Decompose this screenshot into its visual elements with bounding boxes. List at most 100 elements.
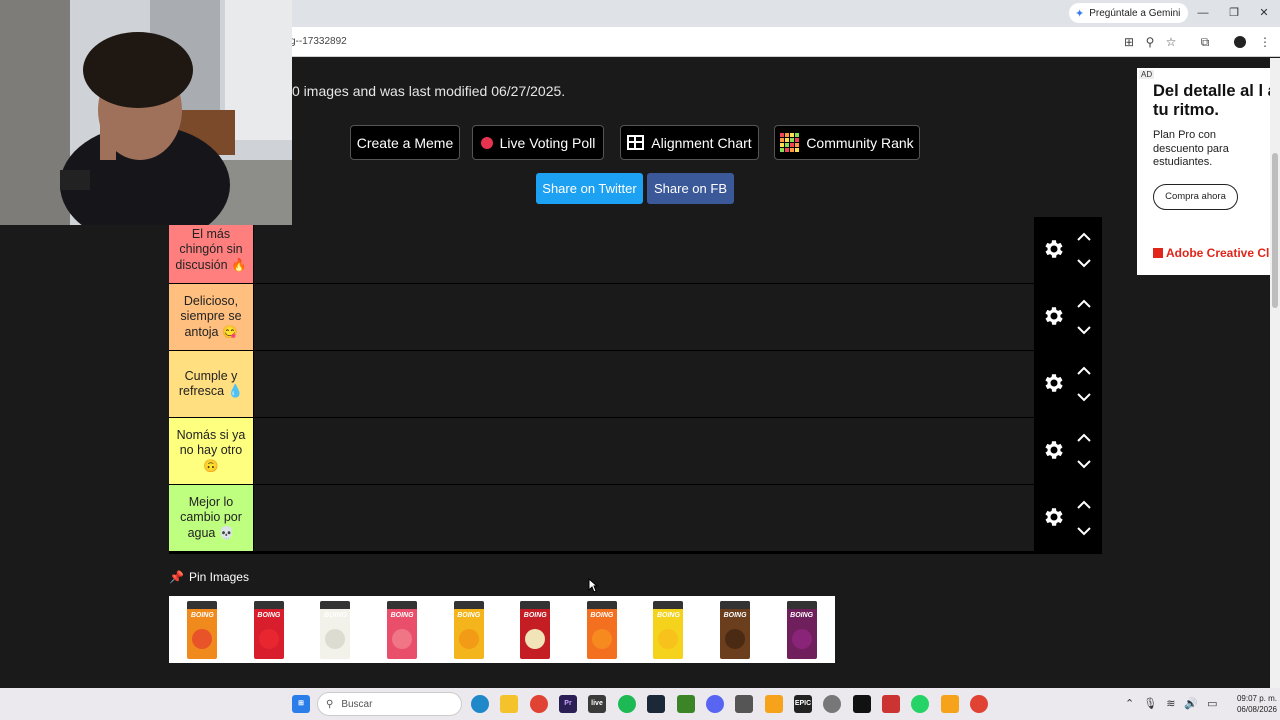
pin-image-item[interactable]: BOING: [502, 596, 569, 663]
steam-icon[interactable]: [647, 695, 665, 713]
discord-icon[interactable]: [706, 695, 724, 713]
edge-icon[interactable]: [471, 695, 489, 713]
tier-drop-zone[interactable]: [254, 351, 1034, 417]
clock-time: 09:07 p. m.: [1236, 694, 1277, 703]
app-icon[interactable]: [853, 695, 871, 713]
chevron-up-icon[interactable]: [1077, 299, 1091, 309]
app-icon[interactable]: [765, 695, 783, 713]
menu-kebab-icon[interactable]: ⋮: [1257, 34, 1273, 50]
wifi-icon[interactable]: ≋: [1166, 697, 1175, 710]
pin-image-item[interactable]: BOING: [635, 596, 702, 663]
pin-image-item[interactable]: BOING: [702, 596, 769, 663]
share-twitter-label: Share on Twitter: [542, 181, 637, 196]
volume-icon[interactable]: 🔊: [1184, 697, 1198, 710]
create-meme-label: Create a Meme: [356, 134, 454, 151]
tierlist-description: 0 images and was last modified 06/27/202…: [292, 83, 566, 99]
restore-icon[interactable]: ❐: [1226, 5, 1242, 21]
tier-label[interactable]: Nomás si ya no hay otro 🙃: [169, 418, 253, 484]
whatsapp-icon[interactable]: [911, 695, 929, 713]
app-icon[interactable]: [882, 695, 900, 713]
pin-image-item[interactable]: BOING: [169, 596, 236, 663]
app-icon[interactable]: [823, 695, 841, 713]
gear-icon[interactable]: [1042, 505, 1066, 529]
chrome-icon[interactable]: [530, 695, 548, 713]
gear-icon[interactable]: [1042, 438, 1066, 462]
pin-image-item[interactable]: BOING: [569, 596, 636, 663]
pin-image-item[interactable]: BOING: [435, 596, 502, 663]
minecraft-icon[interactable]: [677, 695, 695, 713]
chevron-down-icon[interactable]: [1077, 392, 1091, 402]
tier-drop-zone[interactable]: [254, 284, 1034, 350]
live-voting-poll-button[interactable]: Live Voting Poll: [472, 125, 604, 160]
chevron-down-icon[interactable]: [1077, 526, 1091, 536]
juice-box-image: BOING: [520, 600, 551, 659]
tier-drop-zone[interactable]: [254, 217, 1034, 283]
live-app-icon[interactable]: live: [588, 695, 606, 713]
alignment-chart-button[interactable]: Alignment Chart: [620, 125, 759, 160]
chevron-up-icon[interactable]: [1077, 433, 1091, 443]
chevron-down-icon[interactable]: [1077, 258, 1091, 268]
pin-images-heading: 📌 Pin Images: [169, 570, 249, 584]
chevron-down-icon[interactable]: [1077, 459, 1091, 469]
share-twitter-button[interactable]: Share on Twitter: [536, 173, 643, 204]
chevron-up-icon[interactable]: [1077, 232, 1091, 242]
epic-games-icon[interactable]: EPIC: [794, 695, 812, 713]
tier-row: Nomás si ya no hay otro 🙃: [169, 418, 1102, 484]
ad-subtext: Plan Pro con descuento para estudiantes.: [1153, 129, 1229, 168]
share-fb-button[interactable]: Share on FB: [647, 173, 734, 204]
gemini-icon: ✦: [1075, 7, 1085, 20]
premiere-icon[interactable]: Pr: [559, 695, 577, 713]
juice-brand-label: BOING: [523, 611, 547, 619]
taskbar-search[interactable]: ⚲ Buscar: [317, 692, 462, 716]
tier-label[interactable]: El más chingón sin discusión 🔥: [169, 217, 253, 283]
bookmark-star-icon[interactable]: ☆: [1163, 34, 1179, 50]
windows-start-icon[interactable]: ⊞: [292, 695, 310, 713]
file-explorer-icon[interactable]: [500, 695, 518, 713]
taskbar-clock[interactable]: 09:07 p. m. 06/08/2026: [1219, 693, 1277, 715]
minimize-icon[interactable]: —: [1195, 5, 1211, 21]
tier-controls: [1035, 351, 1102, 417]
gear-icon[interactable]: [1042, 371, 1066, 395]
translate-icon[interactable]: ⊞: [1121, 34, 1137, 50]
app-icon[interactable]: [941, 695, 959, 713]
zoom-icon[interactable]: ⚲: [1142, 34, 1158, 50]
app-icon[interactable]: [735, 695, 753, 713]
extensions-icon[interactable]: ⧉: [1197, 34, 1213, 50]
pin-image-item[interactable]: BOING: [369, 596, 436, 663]
adobe-ad[interactable]: AD Del detalle al l a tu ritmo. Plan Pro…: [1137, 68, 1270, 275]
profile-icon[interactable]: [1232, 34, 1248, 50]
tier-drop-zone[interactable]: [254, 485, 1034, 551]
chevron-up-icon[interactable]: [1077, 500, 1091, 510]
juice-box-image: BOING: [720, 600, 751, 659]
tier-label[interactable]: Mejor lo cambio por agua 💀: [169, 485, 253, 551]
gear-icon[interactable]: [1042, 304, 1066, 328]
community-rank-button[interactable]: Community Rank: [774, 125, 920, 160]
juice-box-image: BOING: [786, 600, 817, 659]
close-icon[interactable]: ✕: [1256, 5, 1272, 21]
pin-image-item[interactable]: BOING: [302, 596, 369, 663]
pin-image-item[interactable]: BOING: [768, 596, 835, 663]
tier-drop-zone[interactable]: [254, 418, 1034, 484]
page-scrollbar[interactable]: [1270, 58, 1280, 688]
juice-box-image: BOING: [320, 600, 351, 659]
juice-box-image: BOING: [453, 600, 484, 659]
battery-icon[interactable]: ▭: [1207, 697, 1217, 710]
chrome-active-icon[interactable]: [970, 695, 988, 713]
tier-label[interactable]: Cumple y refresca 💧: [169, 351, 253, 417]
ad-cta-button[interactable]: Compra ahora: [1153, 184, 1238, 210]
juice-brand-label: BOING: [457, 611, 481, 619]
tier-label[interactable]: Delicioso, siempre se antoja 😋: [169, 284, 253, 350]
create-meme-button[interactable]: Create a Meme: [350, 125, 460, 160]
gear-icon[interactable]: [1042, 237, 1066, 261]
chevron-up-icon[interactable]: ⌃: [1125, 697, 1134, 710]
pin-image-item[interactable]: BOING: [236, 596, 303, 663]
scroll-thumb[interactable]: [1272, 153, 1278, 308]
tier-board: El más chingón sin discusión 🔥 Delicioso…: [169, 217, 1102, 554]
gemini-button[interactable]: ✦ Pregúntale a Gemini: [1069, 3, 1189, 23]
microphone-icon[interactable]: 🎙: [1143, 697, 1157, 710]
chevron-up-icon[interactable]: [1077, 366, 1091, 376]
url-text[interactable]: g--17332892: [290, 36, 347, 47]
spotify-icon[interactable]: [618, 695, 636, 713]
chevron-down-icon[interactable]: [1077, 325, 1091, 335]
juice-box-image: BOING: [387, 600, 418, 659]
